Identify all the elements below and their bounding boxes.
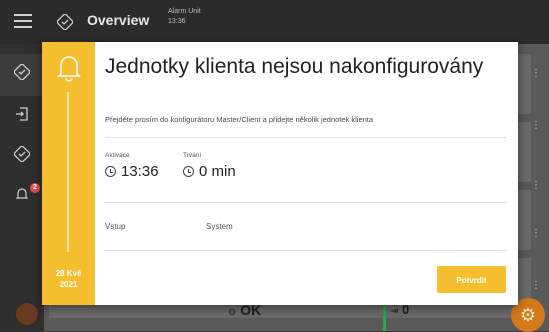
sidebar-overview-icon[interactable] (11, 63, 33, 86)
alarm-date-year: 2021 (59, 280, 78, 289)
alarm-unit-label: Alarm Unit (168, 8, 201, 15)
alarm-modal: 28 Kvě 2021 Jednotky klienta nejsou nako… (42, 42, 518, 305)
login-icon[interactable] (11, 106, 33, 128)
clock-icon (183, 166, 194, 177)
modal-accent-strip: 28 Kvě 2021 (42, 42, 95, 305)
top-bar: Overview Alarm Unit 13:36 (0, 0, 549, 44)
divider (105, 137, 507, 138)
divider (105, 202, 507, 203)
activation-value-row: 13:36 (105, 163, 159, 180)
alarm-date-day: 28 Kvě (55, 269, 82, 278)
duration-value: 0 min (199, 163, 236, 180)
modal-title: Jednotky klienta nejsou nakonfigurovány (105, 55, 484, 78)
overview-check-icon (56, 13, 74, 35)
ok-check-icon: ⊖ (228, 307, 237, 318)
clock-icon (105, 166, 116, 177)
activation-label: Aktivace (105, 152, 130, 159)
more-icon[interactable]: ⋮ (531, 68, 541, 79)
more-icon[interactable]: ⋮ (531, 120, 541, 131)
hamburger-icon[interactable] (14, 14, 32, 28)
input-value: System (206, 222, 233, 231)
more-icon[interactable]: ⋮ (531, 180, 541, 191)
duration-label: Trvání (183, 152, 202, 159)
status-green-bar (383, 304, 386, 331)
divider (105, 250, 507, 251)
alarm-unit-info: Alarm Unit 13:36 (168, 7, 201, 27)
more-icon[interactable]: ⋮ (531, 228, 541, 239)
bell-icon (56, 52, 82, 82)
activation-value: 13:36 (121, 163, 159, 180)
login-small-icon: ⇥ (390, 306, 399, 317)
more-icon[interactable]: ⋮ (531, 280, 541, 291)
sidebar-check-icon[interactable] (11, 145, 33, 168)
alarm-unit-time: 13:36 (168, 18, 186, 25)
confirm-button[interactable]: Potvrdit (437, 266, 506, 293)
alarm-date: 28 Kvě 2021 (42, 268, 95, 290)
notification-badge: 2 (30, 183, 40, 193)
input-label: Vstup (105, 222, 126, 231)
page-title: Overview (87, 12, 150, 28)
modal-subtitle: Přejděte prosím do konfigurátoru Master/… (105, 115, 374, 124)
timeline-line (67, 92, 69, 252)
avatar[interactable] (15, 302, 39, 326)
duration-value-row: 0 min (183, 163, 236, 180)
